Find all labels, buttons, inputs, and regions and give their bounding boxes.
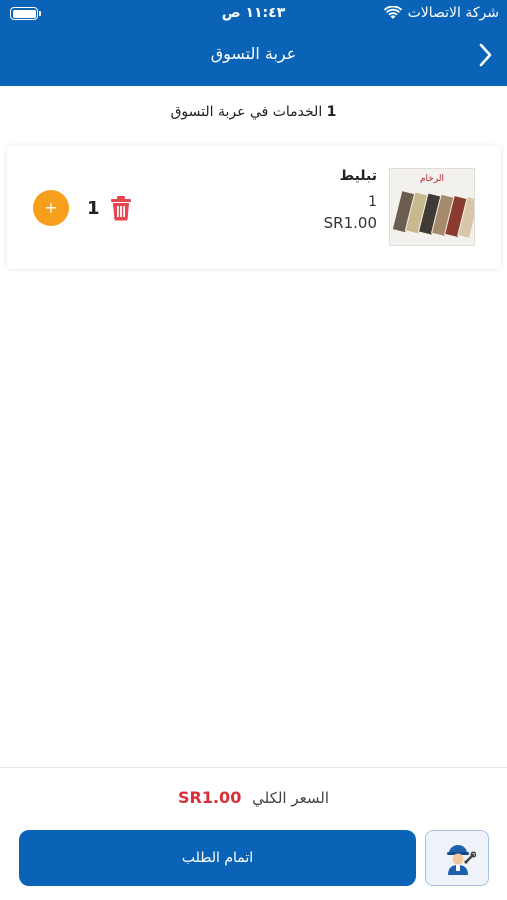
nav-bar: عربة التسوق (0, 30, 507, 80)
total-price-value: SR1.00 (178, 788, 242, 807)
top-bar: ١١:٤٣ ص شركة الاتصالات عربة التسوق (0, 0, 507, 86)
bottom-divider (0, 767, 507, 768)
service-image: الرخام (389, 168, 475, 246)
cart-item-card: الرخام تبليط 1 SR1.00 1 + (7, 146, 501, 269)
checkout-button[interactable]: اتمام الطلب (19, 830, 416, 886)
status-right: شركة الاتصالات (383, 5, 499, 21)
total-price-label: السعر الكلي (252, 789, 329, 807)
increase-quantity-button[interactable]: + (33, 190, 69, 226)
status-bar: ١١:٤٣ ص شركة الاتصالات (0, 0, 507, 28)
chevron-right-icon[interactable] (473, 42, 497, 68)
app-root: ١١:٤٣ ص شركة الاتصالات عربة التسوق 1 الخ… (0, 0, 507, 900)
quantity-stepper-value: 1 (87, 198, 100, 219)
item-info: تبليط 1 SR1.00 (324, 168, 377, 232)
item-quantity: 1 (368, 194, 377, 210)
marble-tiles-image (391, 190, 474, 239)
total-price-row: السعر الكلي SR1.00 (0, 788, 507, 807)
carrier-name: شركة الاتصالات (407, 5, 499, 21)
wifi-icon (383, 6, 402, 19)
cart-summary: 1 الخدمات في عربة التسوق (0, 104, 507, 120)
item-price: SR1.00 (323, 214, 377, 232)
technician-button[interactable] (425, 830, 489, 886)
trash-icon[interactable] (110, 195, 132, 221)
cart-summary-text: الخدمات في عربة التسوق (170, 104, 323, 120)
cart-count: 1 (326, 104, 337, 120)
page-title: عربة التسوق (210, 44, 297, 63)
technician-icon (447, 845, 476, 875)
item-name: تبليط (339, 168, 377, 184)
